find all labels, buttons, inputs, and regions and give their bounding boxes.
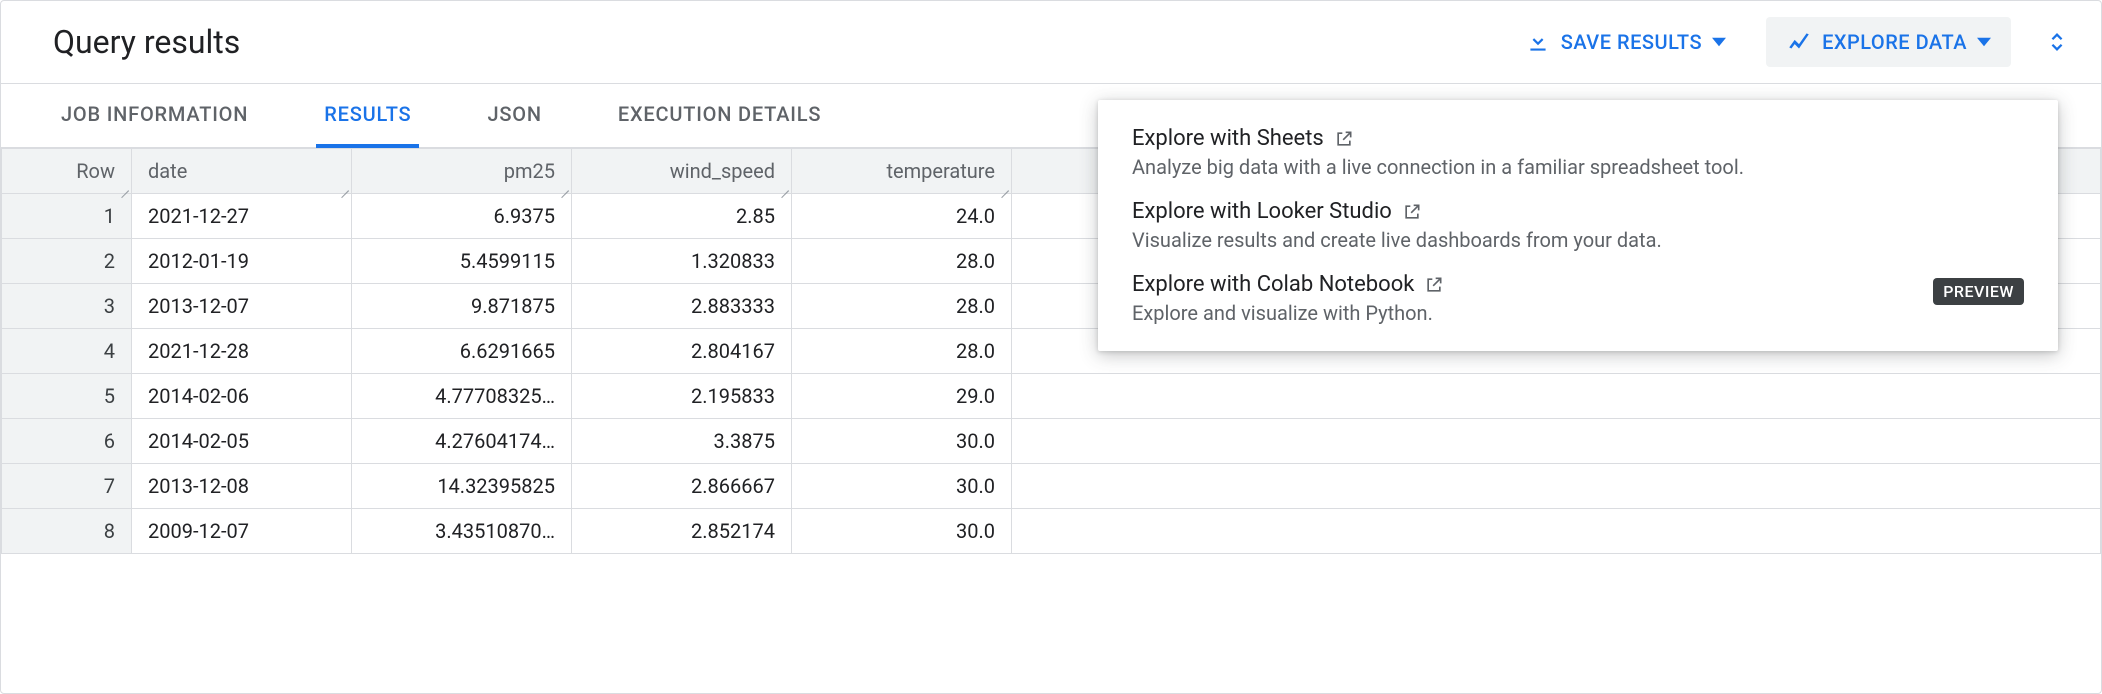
tab-results[interactable]: RESULTS: [316, 84, 419, 148]
cell-wind-speed: 3.3875: [572, 419, 792, 464]
resize-handle-icon[interactable]: [559, 183, 569, 193]
dropdown-item-title: Explore with Looker Studio: [1132, 199, 2024, 224]
cell-row-index: 3: [2, 284, 132, 329]
explore-data-dropdown: Explore with Sheets Analyze big data wit…: [1098, 100, 2058, 351]
table-row[interactable]: 82009-12-073.43510870…2.85217430.0: [2, 509, 2101, 554]
panel-header: Query results SAVE RESULTS EXPLORE DATA: [1, 1, 2101, 84]
table-row[interactable]: 62014-02-054.27604174…3.387530.0: [2, 419, 2101, 464]
tab-execution-details[interactable]: EXECUTION DETAILS: [610, 84, 829, 148]
cell-wind-speed: 2.866667: [572, 464, 792, 509]
cell-temperature: 29.0: [792, 374, 1012, 419]
resize-handle-icon[interactable]: [119, 183, 129, 193]
cell-wind-speed: 2.85: [572, 194, 792, 239]
cell-pm25: 14.32395825: [352, 464, 572, 509]
col-header-row[interactable]: Row: [2, 149, 132, 194]
caret-down-icon: [1712, 35, 1726, 49]
cell-temperature: 28.0: [792, 284, 1012, 329]
cell-wind-speed: 1.320833: [572, 239, 792, 284]
open-external-icon: [1334, 129, 1354, 149]
cell-temperature: 24.0: [792, 194, 1012, 239]
table-row[interactable]: 72013-12-0814.323958252.86666730.0: [2, 464, 2101, 509]
cell-pm25: 3.43510870…: [352, 509, 572, 554]
col-header-date[interactable]: date: [132, 149, 352, 194]
cell-temperature: 28.0: [792, 239, 1012, 284]
cell-row-index: 2: [2, 239, 132, 284]
save-results-button[interactable]: SAVE RESULTS: [1505, 17, 1746, 67]
cell-date: 2021-12-27: [132, 194, 352, 239]
save-results-label: SAVE RESULTS: [1561, 30, 1702, 54]
cell-row-index: 1: [2, 194, 132, 239]
cell-row-index: 7: [2, 464, 132, 509]
dropdown-item-looker-studio[interactable]: Explore with Looker Studio Visualize res…: [1098, 189, 2058, 262]
tab-json[interactable]: JSON: [479, 84, 549, 148]
caret-down-icon: [1977, 35, 1991, 49]
cell-temperature: 30.0: [792, 509, 1012, 554]
dropdown-item-title: Explore with Colab Notebook: [1132, 272, 2024, 297]
expand-collapse-toggle[interactable]: [2041, 26, 2073, 58]
cell-wind-speed: 2.804167: [572, 329, 792, 374]
cell-pm25: 9.871875: [352, 284, 572, 329]
resize-handle-icon[interactable]: [999, 183, 1009, 193]
dropdown-item-colab-notebook[interactable]: Explore with Colab Notebook Explore and …: [1098, 262, 2058, 335]
cell-date: 2013-12-07: [132, 284, 352, 329]
dropdown-item-desc: Visualize results and create live dashbo…: [1132, 228, 2024, 252]
cell-pm25: 6.6291665: [352, 329, 572, 374]
page-title: Query results: [53, 23, 240, 61]
dropdown-item-sheets[interactable]: Explore with Sheets Analyze big data wit…: [1098, 116, 2058, 189]
cell-empty: [1012, 419, 2101, 464]
dropdown-item-desc: Analyze big data with a live connection …: [1132, 155, 2024, 179]
cell-date: 2014-02-06: [132, 374, 352, 419]
cell-row-index: 4: [2, 329, 132, 374]
chevrons-up-down-icon: [2046, 31, 2068, 53]
cell-empty: [1012, 374, 2101, 419]
cell-temperature: 30.0: [792, 464, 1012, 509]
resize-handle-icon[interactable]: [779, 183, 789, 193]
cell-date: 2014-02-05: [132, 419, 352, 464]
resize-handle-icon[interactable]: [339, 183, 349, 193]
col-header-wind-speed[interactable]: wind_speed: [572, 149, 792, 194]
cell-row-index: 8: [2, 509, 132, 554]
cell-pm25: 5.4599115: [352, 239, 572, 284]
chart-icon: [1786, 29, 1812, 55]
tab-job-information[interactable]: JOB INFORMATION: [53, 84, 256, 148]
col-header-temperature[interactable]: temperature: [792, 149, 1012, 194]
open-external-icon: [1402, 202, 1422, 222]
cell-pm25: 4.27604174…: [352, 419, 572, 464]
cell-date: 2021-12-28: [132, 329, 352, 374]
col-header-pm25[interactable]: pm25: [352, 149, 572, 194]
cell-wind-speed: 2.852174: [572, 509, 792, 554]
open-external-icon: [1424, 275, 1444, 295]
cell-row-index: 5: [2, 374, 132, 419]
cell-wind-speed: 2.883333: [572, 284, 792, 329]
cell-temperature: 28.0: [792, 329, 1012, 374]
cell-wind-speed: 2.195833: [572, 374, 792, 419]
dropdown-item-desc: Explore and visualize with Python.: [1132, 301, 2024, 325]
explore-data-label: EXPLORE DATA: [1822, 30, 1967, 54]
cell-pm25: 6.9375: [352, 194, 572, 239]
cell-pm25: 4.77708325…: [352, 374, 572, 419]
cell-empty: [1012, 509, 2101, 554]
cell-row-index: 6: [2, 419, 132, 464]
cell-temperature: 30.0: [792, 419, 1012, 464]
download-icon: [1525, 29, 1551, 55]
cell-date: 2012-01-19: [132, 239, 352, 284]
header-actions: SAVE RESULTS EXPLORE DATA: [1505, 17, 2073, 67]
explore-data-button[interactable]: EXPLORE DATA: [1766, 17, 2011, 67]
dropdown-item-title: Explore with Sheets: [1132, 126, 2024, 151]
table-row[interactable]: 52014-02-064.77708325…2.19583329.0: [2, 374, 2101, 419]
preview-badge: PREVIEW: [1933, 278, 2024, 305]
cell-empty: [1012, 464, 2101, 509]
cell-date: 2009-12-07: [132, 509, 352, 554]
cell-date: 2013-12-08: [132, 464, 352, 509]
